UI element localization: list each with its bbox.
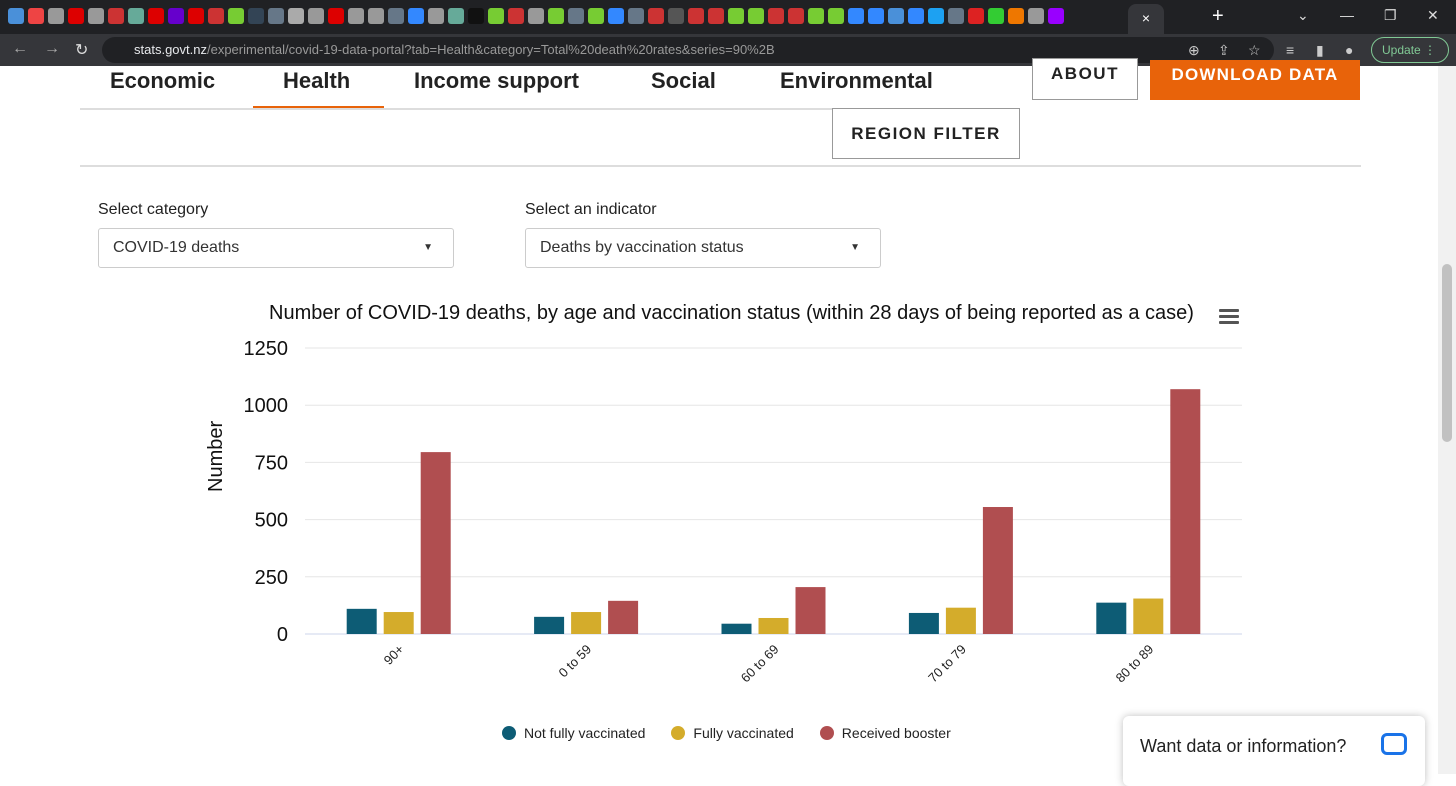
legend-label: Received booster [841,725,951,741]
bar-fully-vaccinated [571,612,602,634]
x-tick-label: 80 to 89 [1113,642,1157,686]
x-tick-label: 0 to 59 [555,642,594,681]
chart-legend: Not fully vaccinated Fully vaccinated Rece… [502,725,951,741]
y-tick-label: 250 [255,567,288,589]
legend-marker [671,726,686,740]
bar-not-fully-vaccinated [721,623,752,634]
bar-fully-vaccinated [1133,598,1164,634]
legend-marker [502,726,516,740]
bar-chart: 0 250 500 750 1000 1250 90+ 0 to 59 60 to 69 70 t… [244,338,1242,686]
bar-received-booster [1170,389,1201,634]
x-tick-label: 90+ [381,642,407,668]
chat-label: Want data or information? [1140,736,1347,756]
legend-marker [819,726,834,740]
bar-not-fully-vaccinated [1096,602,1127,634]
bar-received-booster [795,587,826,634]
chat-bubble-icon[interactable] [1381,733,1407,755]
legend-item[interactable]: Not fully vaccinated [502,725,645,741]
chat-widget[interactable]: Want data or information? [1123,716,1425,786]
bar-received-booster [982,507,1013,634]
y-tick-label: 1250 [244,338,289,360]
y-tick-label: 1000 [244,395,289,417]
y-tick-label: 0 [277,624,288,646]
bar-not-fully-vaccinated [908,612,939,634]
y-tick-label: 750 [255,452,288,474]
bar-fully-vaccinated [758,617,789,634]
legend-item[interactable]: Fully vaccinated [671,725,794,741]
bar-not-fully-vaccinated [534,616,565,634]
bar-received-booster [420,452,451,634]
bar-received-booster [608,600,639,634]
x-tick-label: 60 to 69 [738,642,782,686]
legend-label: Fully vaccinated [693,725,794,741]
x-tick-label: 70 to 79 [925,642,969,686]
legend-item[interactable]: Received booster [819,725,951,741]
bar-not-fully-vaccinated [346,608,377,634]
bar-fully-vaccinated [945,607,976,634]
y-tick-label: 500 [255,510,288,532]
legend-label: Not fully vaccinated [524,725,646,741]
bar-fully-vaccinated [383,612,414,634]
